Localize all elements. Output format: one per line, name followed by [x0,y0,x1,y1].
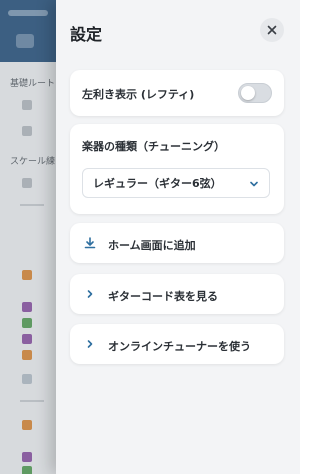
add-to-home-button[interactable]: ホーム画面に追加 [70,223,284,263]
close-icon [267,25,277,35]
toggle-knob [241,86,255,100]
instrument-setting-card: 楽器の種類（チューニング） レギュラー（ギター6弦） [70,124,284,214]
chord-chart-label: ギターコード表を見る [108,290,218,303]
background-divider [20,204,44,206]
background-item-icon [22,100,32,110]
background-marker [22,466,32,474]
background-marker [22,420,32,430]
background-marker [22,270,32,280]
background-menu-icon [16,34,34,48]
chevron-down-icon [250,181,258,187]
instrument-select[interactable]: レギュラー（ギター6弦） [82,168,270,198]
background-section-label: 基礎ルート [10,79,56,89]
add-to-home-label: ホーム画面に追加 [108,239,196,252]
settings-title: 設定 [70,25,103,44]
background-marker [22,334,32,344]
lefty-label: 左利き表示 (レフティ) [82,88,195,101]
background-marker [22,302,32,312]
lefty-setting-card: 左利き表示 (レフティ) [70,70,284,116]
lefty-toggle[interactable] [238,83,272,103]
instrument-label: 楽器の種類（チューニング） [82,140,225,153]
online-tuner-link[interactable]: オンラインチューナーを使う [70,324,284,364]
background-marker [22,452,32,462]
chevron-right-icon [87,290,93,298]
background-section-label: スケール練 [10,157,56,167]
close-button[interactable] [260,18,284,42]
background-header [0,0,60,62]
background-divider [20,400,44,402]
background-item-icon [22,126,32,136]
background-marker [22,350,32,360]
background-marker [22,318,32,328]
download-icon [84,237,96,249]
background-title-bar [8,10,48,16]
settings-header: 設定 [56,0,300,62]
instrument-select-value: レギュラー（ギター6弦） [93,177,222,190]
background-marker [22,374,32,384]
background-item-icon [22,178,32,188]
background-content: 基礎ルート スケール練 [0,62,60,474]
chord-chart-link[interactable]: ギターコード表を見る [70,274,284,314]
online-tuner-label: オンラインチューナーを使う [108,340,251,353]
chevron-right-icon [87,340,93,348]
settings-panel: 設定 左利き表示 (レフティ) 楽器の種類（チューニング） レギュラー（ギター6… [56,0,300,474]
app-screen: 基礎ルート スケール練 設定 左利き表示 (レフティ) 楽器の種類（チューニング… [0,0,300,474]
